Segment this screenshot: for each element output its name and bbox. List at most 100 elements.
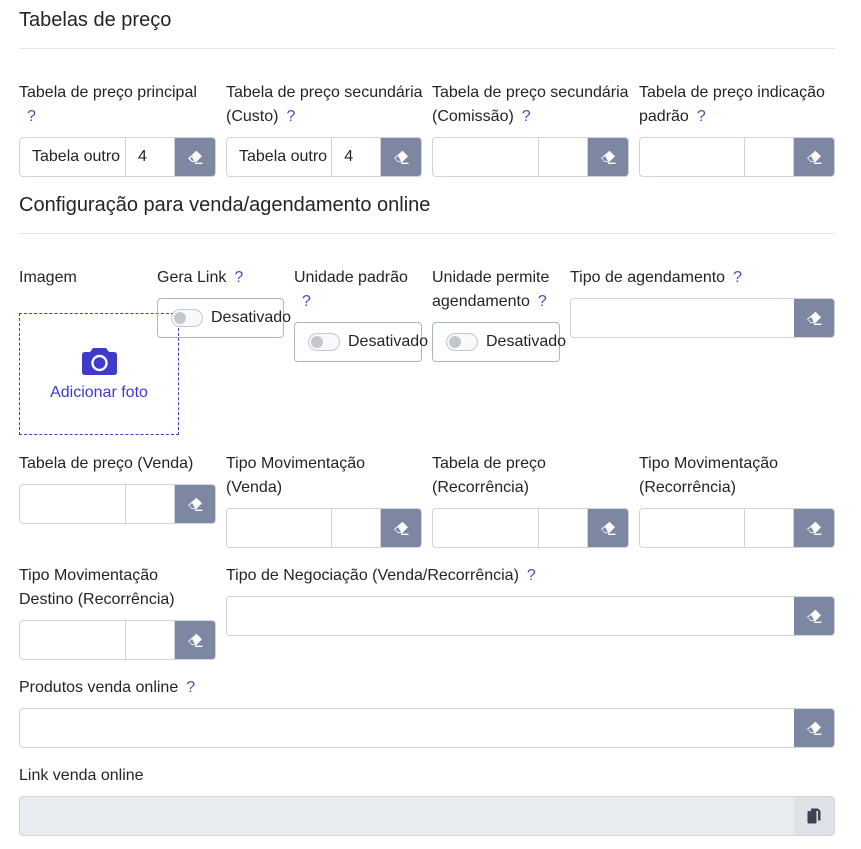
lookup-name[interactable]: [433, 509, 539, 547]
lookup-price-table-commission[interactable]: [432, 137, 629, 177]
clear-button[interactable]: [175, 485, 215, 523]
help-icon[interactable]: ?: [527, 567, 536, 584]
add-photo-label: Adicionar foto: [50, 384, 148, 401]
lookup-movement-type-recurrence[interactable]: [639, 508, 835, 548]
clear-button[interactable]: [794, 138, 834, 176]
lookup-code[interactable]: [745, 509, 794, 547]
lookup-name[interactable]: [227, 509, 333, 547]
label-online-products: Produtos venda online?: [19, 679, 196, 696]
label-price-table-indication: Tabela de preço indicação padrão?: [639, 84, 825, 125]
copy-button[interactable]: [794, 797, 834, 835]
online-link-field[interactable]: [19, 796, 835, 836]
label-price-table-sale: Tabela de preço (Venda): [19, 455, 194, 472]
clear-button[interactable]: [794, 509, 834, 547]
eraser-icon: [807, 521, 822, 535]
toggle-switch[interactable]: [171, 309, 203, 327]
label-movement-type-sale: Tipo Movimentação (Venda): [226, 455, 366, 496]
help-icon[interactable]: ?: [697, 108, 706, 125]
lookup-name[interactable]: [433, 138, 539, 176]
section-title-price-tables: Tabelas de preço: [19, 9, 172, 31]
camera-icon: [81, 348, 117, 375]
lookup-name[interactable]: Tabela outro: [20, 138, 126, 176]
eraser-icon: [394, 521, 409, 535]
lookup-price-table-cost[interactable]: Tabela outro 4: [226, 137, 422, 177]
lookup-code[interactable]: [745, 138, 794, 176]
eraser-icon: [807, 609, 822, 623]
help-icon[interactable]: ?: [286, 108, 295, 125]
eraser-icon: [807, 721, 822, 735]
lookup-movement-type-sale[interactable]: [226, 508, 422, 548]
help-icon[interactable]: ?: [302, 290, 424, 314]
section-title-online-sales: Configuração para venda/agendamento onli…: [19, 194, 431, 216]
eraser-icon: [807, 311, 822, 325]
lookup-code[interactable]: 4: [126, 138, 175, 176]
lookup-name[interactable]: [640, 509, 746, 547]
toggle-switch[interactable]: [446, 333, 478, 351]
label-gera-link: Gera Link?: [157, 269, 244, 286]
label-negotiation-type: Tipo de Negociação (Venda/Recorrência)?: [226, 567, 536, 584]
toggle-unidade-padrao[interactable]: Desativado: [294, 322, 428, 362]
lookup-code[interactable]: [539, 138, 588, 176]
help-icon[interactable]: ?: [234, 269, 243, 286]
help-icon[interactable]: ?: [27, 105, 209, 129]
label-price-table-cost: Tabela de preço secundária (Custo)?: [226, 84, 423, 125]
lookup-price-table-main[interactable]: Tabela outro 4: [19, 137, 216, 177]
lookup-price-table-recurrence[interactable]: [432, 508, 629, 548]
clear-button[interactable]: [588, 509, 628, 547]
eraser-icon: [188, 150, 203, 164]
eraser-icon: [394, 150, 409, 164]
lookup-name[interactable]: [640, 138, 746, 176]
label-price-table-main: Tabela de preço principal ?: [19, 81, 209, 129]
clear-button[interactable]: [381, 509, 421, 547]
select-tipo-agendamento[interactable]: [570, 298, 835, 338]
select-value[interactable]: [227, 597, 794, 635]
toggle-unidade-permite[interactable]: Desativado: [432, 322, 566, 362]
clear-button[interactable]: [175, 621, 215, 659]
select-negotiation-type[interactable]: [226, 596, 835, 636]
help-icon[interactable]: ?: [186, 679, 195, 696]
eraser-icon: [601, 150, 616, 164]
eraser-icon: [601, 521, 616, 535]
help-icon[interactable]: ?: [538, 293, 547, 310]
lookup-code[interactable]: [126, 621, 175, 659]
lookup-name[interactable]: [20, 485, 126, 523]
online-link-value[interactable]: [20, 797, 794, 835]
label-movement-type-destination: Tipo Movimentação Destino (Recorrência): [19, 567, 175, 608]
toggle-switch[interactable]: [308, 333, 340, 351]
eraser-icon: [188, 497, 203, 511]
toggle-gera-link[interactable]: Desativado: [157, 298, 291, 338]
lookup-movement-type-destination[interactable]: [19, 620, 216, 660]
divider: [19, 48, 835, 49]
select-value[interactable]: [20, 709, 794, 747]
clear-button[interactable]: [588, 138, 628, 176]
label-unidade-permite: Unidade permite agendamento?: [432, 269, 550, 310]
lookup-name[interactable]: [20, 621, 126, 659]
lookup-code[interactable]: [539, 509, 588, 547]
clear-button[interactable]: [381, 138, 421, 176]
select-online-products[interactable]: [19, 708, 835, 748]
copy-icon: [807, 808, 821, 824]
lookup-price-table-indication[interactable]: [639, 137, 835, 177]
lookup-name[interactable]: Tabela outro: [227, 138, 333, 176]
lookup-code[interactable]: 4: [332, 138, 381, 176]
label-image: Imagem: [19, 269, 77, 286]
lookup-price-table-sale[interactable]: [19, 484, 216, 524]
help-icon[interactable]: ?: [733, 269, 742, 286]
label-unidade-padrao: Unidade padrão ?: [294, 266, 424, 314]
clear-button[interactable]: [175, 138, 215, 176]
clear-button[interactable]: [794, 299, 834, 337]
label-tipo-agendamento: Tipo de agendamento?: [570, 269, 742, 286]
add-photo-button[interactable]: Adicionar foto: [19, 313, 179, 435]
eraser-icon: [188, 633, 203, 647]
select-value[interactable]: [571, 299, 794, 337]
help-icon[interactable]: ?: [522, 108, 531, 125]
clear-button[interactable]: [794, 709, 834, 747]
lookup-code[interactable]: [332, 509, 381, 547]
divider: [19, 233, 835, 234]
label-price-table-recurrence: Tabela de preço (Recorrência): [432, 455, 546, 496]
eraser-icon: [807, 150, 822, 164]
label-online-link: Link venda online: [19, 767, 144, 784]
lookup-code[interactable]: [126, 485, 175, 523]
clear-button[interactable]: [794, 597, 834, 635]
toggle-state-label: Desativado: [348, 333, 429, 350]
